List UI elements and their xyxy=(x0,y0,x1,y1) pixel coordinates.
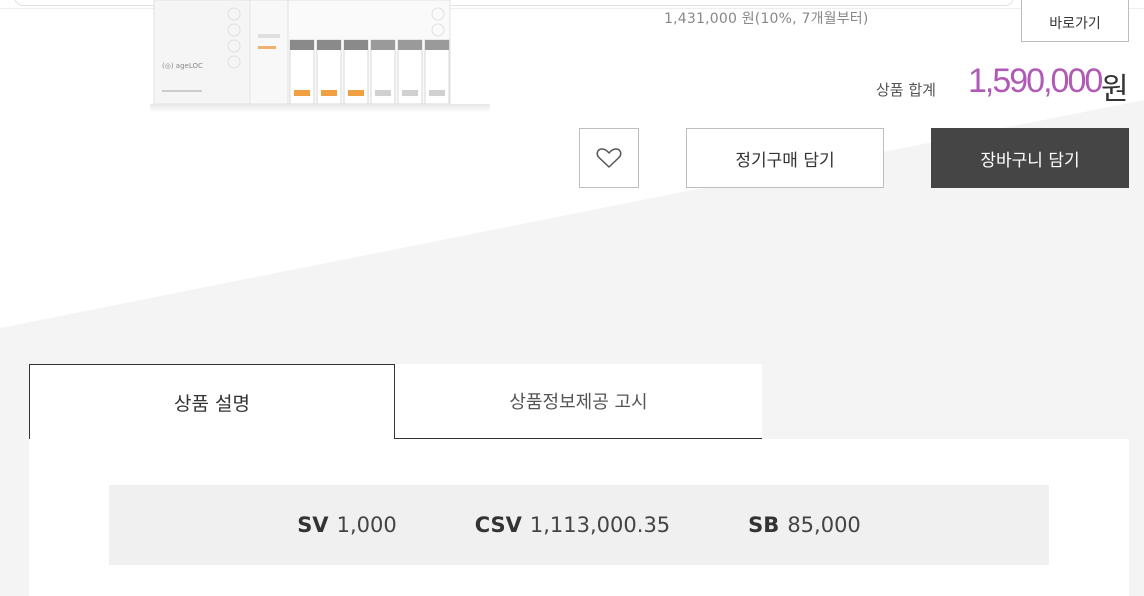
point-value: 1,000 xyxy=(336,513,397,537)
product-image: (◎) ageLOC xyxy=(150,0,490,112)
wishlist-button[interactable] xyxy=(579,128,639,188)
tab-product-description[interactable]: 상품 설명 xyxy=(29,364,395,439)
point-value: 85,000 xyxy=(787,513,861,537)
brand-logo-text: (◎) ageLOC xyxy=(162,62,203,70)
point-value: 1,113,000.35 xyxy=(529,513,671,537)
shortcut-label: 바로가기 xyxy=(1049,16,1101,32)
total-label: 상품 합계 xyxy=(876,81,936,99)
point-label: CSV xyxy=(474,513,522,537)
point-sv: SV 1,000 xyxy=(297,513,397,537)
installment-price-text: 1,431,000 원(10%, 7개월부터) xyxy=(664,11,869,27)
total-price: 1,590,000 xyxy=(968,62,1103,100)
shortcut-button[interactable]: 바로가기 xyxy=(1021,0,1129,42)
heart-icon xyxy=(596,148,622,168)
points-box: SV 1,000 CSV 1,113,000.35 SB 85,000 xyxy=(109,485,1049,565)
tab-product-info-notice[interactable]: 상품정보제공 고시 xyxy=(395,364,762,439)
point-sb: SB 85,000 xyxy=(748,513,861,537)
total-currency: 원 xyxy=(1101,72,1129,107)
add-to-cart-button[interactable]: 장바구니 담기 xyxy=(931,128,1129,188)
point-label: SV xyxy=(297,513,329,537)
point-csv: CSV 1,113,000.35 xyxy=(475,513,670,537)
subscribe-button[interactable]: 정기구매 담기 xyxy=(686,128,884,188)
point-label: SB xyxy=(748,513,780,537)
